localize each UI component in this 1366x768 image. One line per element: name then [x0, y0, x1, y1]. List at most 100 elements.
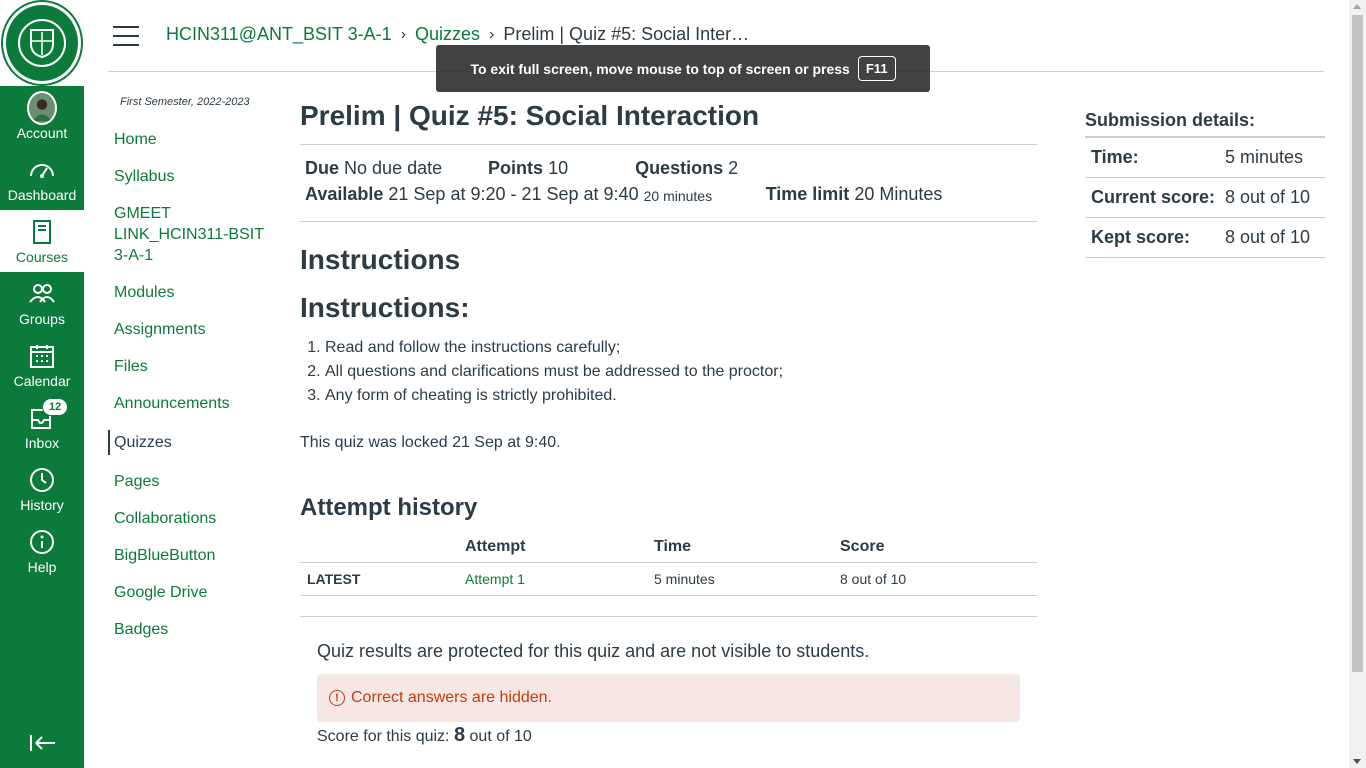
course-nav-gmeet-link[interactable]: GMEET LINK_HCIN311-BSIT 3-A-1: [108, 203, 278, 266]
calendar-icon: [30, 345, 54, 368]
submission-value: 8 out of 10: [1225, 187, 1311, 207]
course-menu-toggle[interactable]: [113, 26, 139, 46]
course-nav-announcements[interactable]: Announcements: [108, 393, 278, 414]
global-nav-courses-label: Courses: [15, 249, 69, 265]
time-limit-value: 20 Minutes: [854, 184, 943, 204]
scroll-thumb[interactable]: [1352, 15, 1363, 672]
available-value: 21 Sep at 9:20 - 21 Sep at 9:40: [388, 184, 639, 204]
attempt-history-heading: Attempt history: [300, 494, 478, 521]
school-logo[interactable]: [3, 2, 81, 84]
global-nav: Account Dashboard Courses Groups Calenda…: [0, 0, 84, 768]
instructions-list: Read and follow the instructions careful…: [325, 336, 1037, 408]
attempt-time: 5 minutes: [654, 562, 840, 596]
course-nav-bigbluebutton[interactable]: BigBlueButton: [108, 545, 278, 566]
latest-tag: LATEST: [300, 562, 465, 596]
global-nav-calendar[interactable]: Calendar: [0, 334, 84, 396]
breadcrumb-separator-icon: ›: [489, 25, 495, 43]
course-nav-syllabus[interactable]: Syllabus: [108, 166, 278, 187]
quiz-meta: Due No due date Points 10 Questions 2 Av…: [300, 145, 1037, 221]
submission-value: 5 minutes: [1225, 147, 1304, 167]
collapse-arrow-icon: [30, 735, 55, 751]
answers-hidden-alert: ! Correct answers are hidden.: [317, 674, 1020, 722]
quiz-main: Prelim | Quiz #5: Social Interaction Due…: [300, 98, 1037, 747]
results-protected-note: Quiz results are protected for this quiz…: [317, 641, 870, 661]
global-nav-account-label: Account: [16, 125, 68, 141]
submission-row-current-score: Current score: 8 out of 10: [1085, 178, 1325, 218]
meta-divider: [300, 221, 1037, 222]
breadcrumb-course[interactable]: HCIN311@ANT_BSIT 3-A-1: [166, 24, 392, 45]
school-logo-area[interactable]: [0, 0, 84, 86]
course-nav-quizzes[interactable]: Quizzes: [108, 430, 278, 455]
score-value: 8: [453, 724, 466, 746]
scroll-up-icon[interactable]: [1353, 4, 1361, 9]
table-row: LATEST Attempt 1 5 minutes 8 out of 10: [300, 562, 1037, 596]
warning-icon: !: [329, 690, 345, 706]
available-label: Available: [305, 184, 384, 204]
submission-label: Current score:: [1091, 187, 1216, 207]
fullscreen-exit-toast: To exit full screen, move mouse to top o…: [436, 45, 930, 92]
course-nav-modules[interactable]: Modules: [108, 282, 278, 303]
attempt-link[interactable]: Attempt 1: [465, 571, 525, 587]
logo-crest: [18, 19, 66, 67]
global-nav-calendar-label: Calendar: [13, 373, 71, 389]
avatar: [27, 91, 57, 125]
course-nav-google-drive[interactable]: Google Drive: [108, 582, 278, 603]
instructions-heading: Instructions: [300, 244, 461, 275]
score-suffix: out of 10: [469, 728, 532, 745]
course-nav-collaborations[interactable]: Collaborations: [108, 508, 278, 529]
column-header: Time: [654, 538, 840, 563]
crest-icon: [30, 29, 54, 58]
inbox-unread-badge: 12: [42, 398, 69, 416]
help-icon: [30, 530, 54, 554]
instruction-item: Any form of cheating is strictly prohibi…: [325, 384, 1037, 408]
questions-label: Questions: [635, 158, 724, 178]
course-nav-home[interactable]: Home: [108, 129, 278, 150]
collapse-nav-button[interactable]: [28, 728, 58, 758]
breadcrumb-current: Prelim | Quiz #5: Social Inter…: [503, 24, 750, 44]
course-nav: First Semester, 2022-2023 Home Syllabus …: [108, 96, 278, 656]
due-label: Due: [305, 158, 340, 178]
points-value: 10: [548, 158, 569, 178]
quiz-score-line: Score for this quiz: 8 out of 10: [317, 724, 1020, 747]
global-nav-groups-label: Groups: [19, 311, 65, 327]
groups-icon: [29, 284, 55, 303]
global-nav-courses[interactable]: Courses: [0, 210, 84, 272]
instructions-subheading: Instructions:: [300, 292, 470, 323]
points-label: Points: [488, 158, 544, 178]
fullscreen-key: F11: [857, 56, 896, 81]
submission-details-heading: Submission details:: [1085, 110, 1325, 138]
global-nav-account[interactable]: Account: [0, 86, 84, 148]
submission-label: Kept score:: [1091, 227, 1191, 247]
global-nav-history[interactable]: History: [0, 458, 84, 520]
column-header: Attempt: [465, 538, 654, 563]
global-nav-groups[interactable]: Groups: [0, 272, 84, 334]
score-prefix: Score for this quiz:: [317, 728, 450, 745]
submission-value: 8 out of 10: [1225, 227, 1311, 247]
history-icon: [30, 468, 54, 492]
course-nav-files[interactable]: Files: [108, 356, 278, 377]
column-header: Score: [840, 538, 1037, 563]
questions-value: 2: [728, 158, 739, 178]
global-nav-inbox-label: Inbox: [24, 435, 60, 451]
time-limit-label: Time limit: [765, 184, 850, 204]
global-nav-dashboard[interactable]: Dashboard: [0, 148, 84, 210]
available-duration: 20 minutes: [643, 188, 713, 204]
due-value: No due date: [344, 158, 443, 178]
course-nav-assignments[interactable]: Assignments: [108, 319, 278, 340]
courses-icon: [33, 220, 51, 244]
submission-label: Time:: [1091, 147, 1139, 167]
course-nav-pages[interactable]: Pages: [108, 471, 278, 492]
dashboard-icon: [30, 164, 54, 178]
global-nav-inbox[interactable]: 12 Inbox: [0, 396, 84, 458]
attempt-score: 8 out of 10: [840, 562, 1037, 596]
scroll-down-icon[interactable]: [1353, 759, 1361, 764]
global-nav-dashboard-label: Dashboard: [7, 187, 77, 203]
instruction-item: All questions and clarifications must be…: [325, 360, 1037, 384]
breadcrumb-quizzes[interactable]: Quizzes: [415, 24, 480, 45]
fullscreen-toast-text: To exit full screen, move mouse to top o…: [470, 60, 850, 77]
global-nav-help[interactable]: Help: [0, 520, 84, 582]
hamburger-icon: [113, 26, 139, 28]
page-scrollbar[interactable]: [1349, 0, 1366, 768]
locked-notice: This quiz was locked 21 Sep at 9:40.: [300, 434, 561, 451]
course-nav-badges[interactable]: Badges: [108, 619, 278, 640]
